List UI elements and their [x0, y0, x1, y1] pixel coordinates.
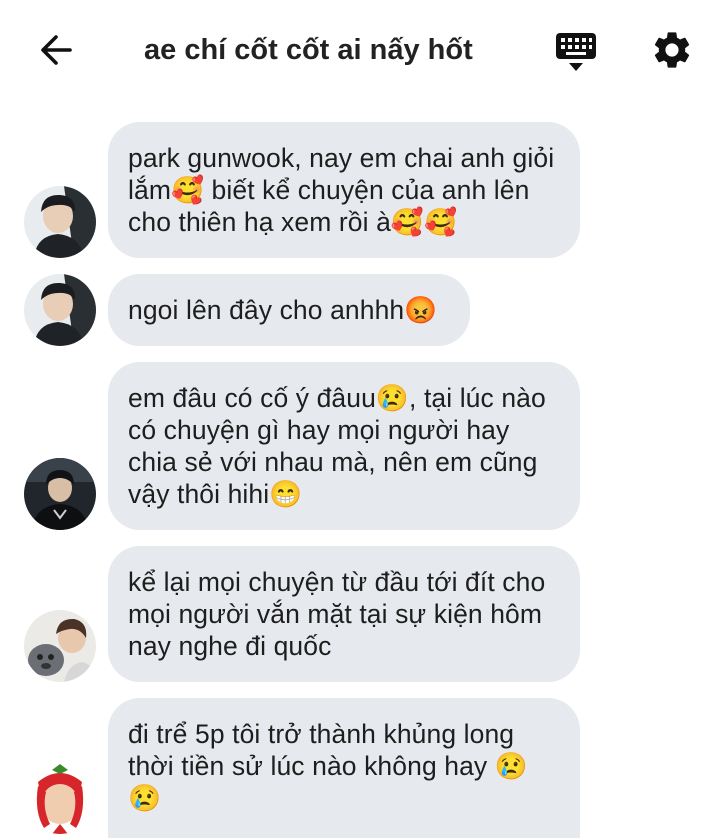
message-bubble[interactable]: đi trể 5p tôi trở thành khủng long thời …	[108, 698, 580, 838]
message-text: park gunwook, nay em chai anh giỏi lắm🥰 …	[128, 143, 555, 237]
message-bubble[interactable]: ngoi lên đây cho anhhh😡	[108, 274, 470, 346]
message-bubble[interactable]: park gunwook, nay em chai anh giỏi lắm🥰 …	[108, 122, 580, 258]
arrow-left-icon	[41, 35, 72, 65]
message-text: ngoi lên đây cho anhhh😡	[128, 295, 438, 325]
message-text: kể lại mọi chuyện từ đầu tới đít cho mọi…	[128, 567, 546, 661]
avatar-photo	[24, 274, 96, 346]
avatar-photo	[24, 610, 96, 682]
chat-title: ae chí cốt cốt ai nấy hốt	[144, 34, 473, 66]
gear-icon	[654, 32, 690, 68]
message-bubble[interactable]: kể lại mọi chuyện từ đầu tới đít cho mọi…	[108, 546, 580, 682]
avatar[interactable]	[24, 186, 96, 258]
avatar[interactable]	[24, 458, 96, 530]
keyboard-button[interactable]	[554, 30, 598, 74]
message-text: em đâu có cố ý đâuu😢, tại lúc nào có chu…	[128, 383, 546, 509]
message-text: đi trể 5p tôi trở thành khủng long thời …	[128, 719, 528, 813]
top-bar: ae chí cốt cốt ai nấy hốt	[0, 0, 719, 100]
avatar[interactable]	[24, 610, 96, 682]
avatar-photo	[24, 458, 96, 530]
avatar-photo	[24, 762, 96, 834]
message-bubble[interactable]: em đâu có cố ý đâuu😢, tại lúc nào có chu…	[108, 362, 580, 530]
back-button[interactable]	[36, 30, 76, 70]
keyboard-icon	[556, 33, 596, 71]
settings-button[interactable]	[650, 28, 694, 72]
avatar-photo	[24, 186, 96, 258]
avatar[interactable]	[24, 274, 96, 346]
avatar[interactable]	[24, 762, 96, 834]
